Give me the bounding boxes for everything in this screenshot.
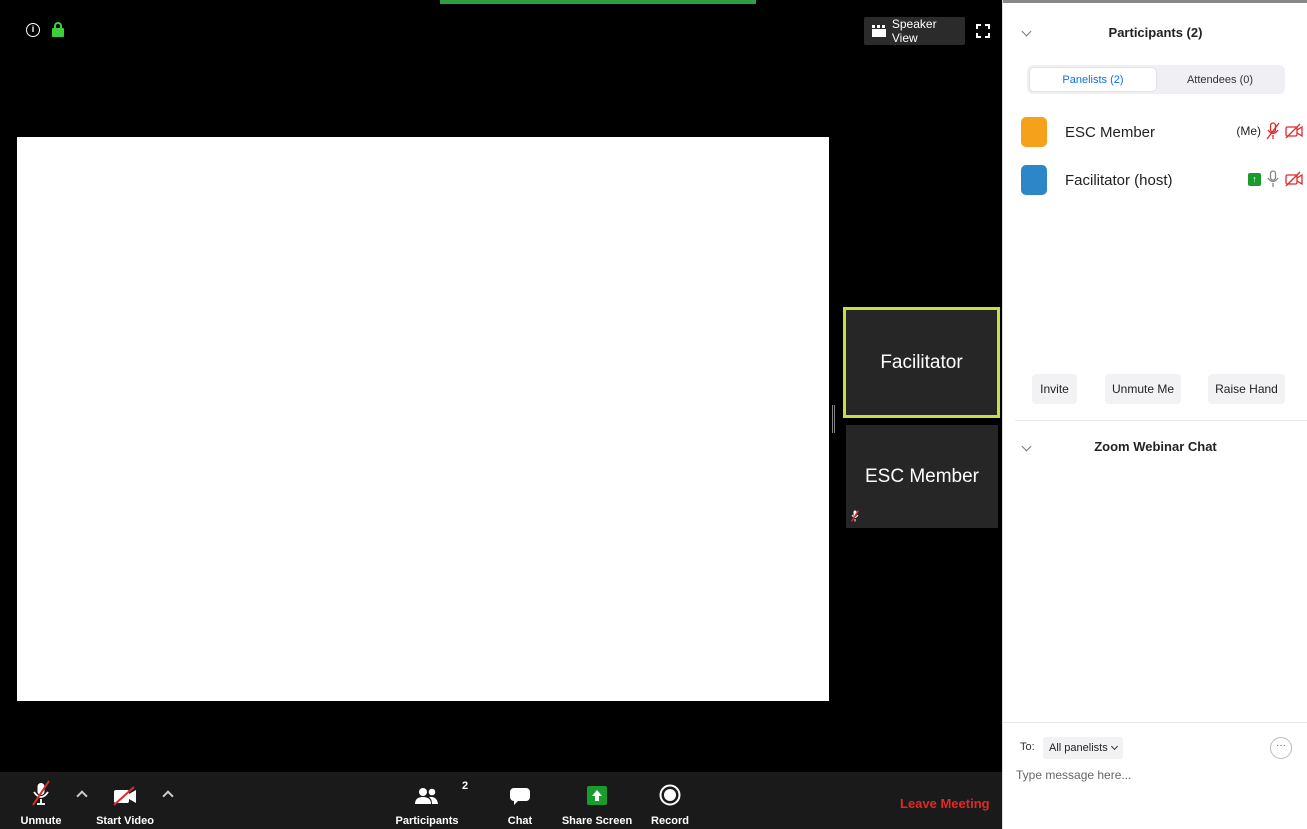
video-tile-facilitator[interactable]: Facilitator: [843, 307, 1000, 418]
mic-icon: [1267, 170, 1279, 187]
share-screen-icon: [587, 786, 607, 805]
tab-panelists[interactable]: Panelists (2): [1029, 67, 1157, 92]
record-label: Record: [651, 815, 689, 827]
video-tile-name: ESC Member: [864, 465, 980, 487]
shared-screen-content: [17, 137, 829, 701]
meeting-toolbar: Unmute Start Video 2 Participants Chat S…: [0, 772, 1002, 829]
chat-more-button[interactable]: ···: [1270, 737, 1292, 759]
participants-panel-title: Participants (2): [1108, 25, 1203, 40]
meeting-area: i Speaker View Facilitator ESC Member Un…: [0, 0, 1002, 829]
unmute-label: Unmute: [20, 815, 62, 827]
share-screen-button[interactable]: Share Screen: [561, 772, 633, 829]
chat-to-label: To:: [1020, 741, 1035, 753]
video-options-caret[interactable]: [162, 790, 174, 802]
tab-attendees[interactable]: Attendees (0): [1157, 67, 1283, 92]
meeting-status-icons: i: [26, 22, 64, 37]
chat-recipient-select[interactable]: All panelists: [1043, 737, 1123, 759]
chat-label: Chat: [507, 815, 533, 827]
unmute-me-button[interactable]: Unmute Me: [1105, 374, 1181, 404]
panel-top-border: [1003, 0, 1307, 3]
sharing-screen-icon: ↑: [1248, 172, 1261, 186]
chat-icon: [510, 788, 530, 805]
participants-icon: [415, 788, 438, 804]
fullscreen-icon[interactable]: [976, 24, 990, 38]
participant-name: Facilitator (host): [1065, 171, 1173, 189]
video-off-icon: [1285, 123, 1303, 139]
chat-divider: [1003, 722, 1307, 723]
avatar: [1021, 165, 1047, 195]
unmute-button[interactable]: Unmute: [18, 772, 64, 829]
chat-recipient-value: All panelists: [1049, 742, 1108, 754]
video-off-icon: [113, 786, 136, 806]
leave-meeting-button[interactable]: Leave Meeting: [900, 796, 990, 811]
video-tile-name: Facilitator: [880, 351, 963, 373]
panel-divider: [1015, 420, 1307, 421]
top-progress-bar: [440, 0, 756, 4]
me-tag: (Me): [1236, 124, 1261, 138]
record-icon: [659, 784, 681, 806]
mic-muted-icon: [32, 780, 50, 806]
participants-label: Participants: [395, 815, 459, 827]
participant-row[interactable]: ESC Member (Me): [1021, 114, 1303, 150]
mic-muted-icon: [1266, 122, 1280, 140]
speaker-view-grid-icon: [872, 25, 886, 37]
chat-panel-title: Zoom Webinar Chat: [1094, 439, 1217, 454]
info-icon[interactable]: i: [26, 22, 40, 37]
participants-count: 2: [462, 780, 469, 792]
share-screen-label: Share Screen: [561, 815, 633, 827]
speaker-view-label: Speaker View: [891, 17, 937, 45]
panel-resize-handle[interactable]: [832, 405, 835, 433]
participant-name: ESC Member: [1065, 123, 1156, 141]
invite-button[interactable]: Invite: [1032, 374, 1077, 404]
participant-row[interactable]: Facilitator (host) ↑: [1021, 162, 1303, 198]
participants-tabs: Panelists (2) Attendees (0): [1027, 65, 1285, 94]
record-button[interactable]: Record: [650, 772, 690, 829]
mic-muted-icon: [851, 510, 859, 522]
participants-button[interactable]: 2 Participants: [394, 772, 469, 829]
chevron-down-icon: [1110, 742, 1118, 751]
audio-options-caret[interactable]: [76, 790, 88, 802]
video-off-icon: [1285, 171, 1303, 187]
chat-message-input[interactable]: [1016, 768, 1301, 818]
speaker-view-button[interactable]: Speaker View: [864, 17, 965, 45]
avatar: [1021, 117, 1047, 147]
start-video-label: Start Video: [96, 815, 154, 827]
start-video-button[interactable]: Start Video: [92, 772, 158, 829]
video-tile-esc-member[interactable]: ESC Member: [846, 425, 998, 528]
lock-icon[interactable]: [52, 22, 64, 37]
side-panel: Participants (2) Panelists (2) Attendees…: [1002, 0, 1307, 829]
chat-button[interactable]: Chat: [503, 772, 537, 829]
raise-hand-button[interactable]: Raise Hand: [1208, 374, 1285, 404]
